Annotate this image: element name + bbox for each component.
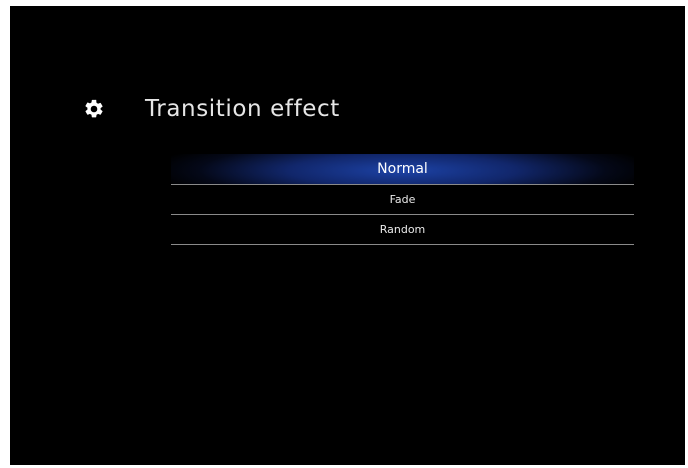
menu-item-random[interactable]: Random (171, 215, 634, 245)
page-header: Transition effect (83, 92, 340, 126)
menu-item-normal[interactable]: Normal (171, 154, 634, 185)
tv-screen: Transition effect Normal Fade Random (10, 6, 685, 465)
gear-icon (83, 98, 105, 120)
transition-effect-menu: Normal Fade Random (171, 154, 634, 245)
menu-item-fade[interactable]: Fade (171, 185, 634, 215)
page-title: Transition effect (145, 96, 340, 122)
